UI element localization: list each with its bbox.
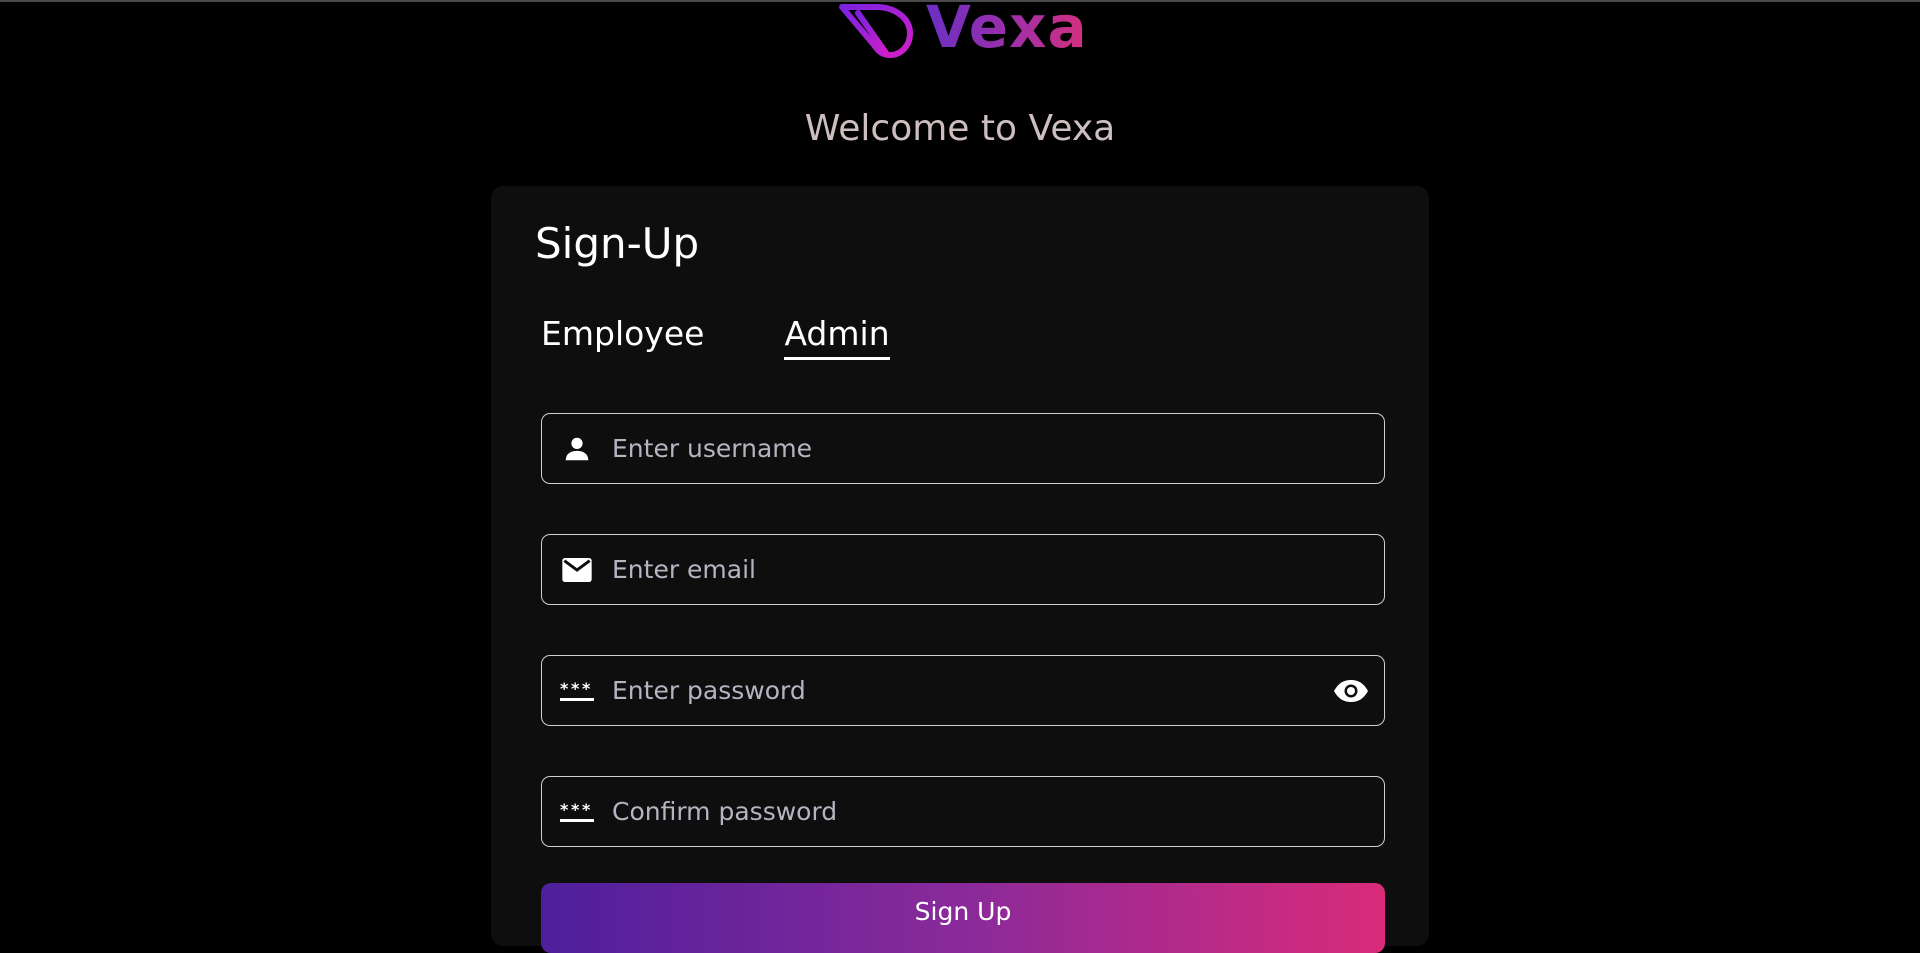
sign-up-button[interactable]: Sign Up <box>541 883 1385 953</box>
confirm-password-field: * * * <box>541 776 1385 847</box>
username-field <box>541 413 1385 484</box>
tab-admin[interactable]: Admin <box>784 314 890 360</box>
eye-icon[interactable] <box>1318 656 1384 725</box>
svg-text:*: * <box>571 679 580 698</box>
role-tabs: Employee Admin <box>541 314 970 360</box>
form-title: Sign-Up <box>535 219 700 268</box>
welcome-heading: Welcome to Vexa <box>804 108 1116 149</box>
username-input[interactable] <box>612 414 1384 483</box>
svg-text:*: * <box>571 800 580 819</box>
mail-icon <box>542 535 612 604</box>
brand-name: Vexa <box>926 0 1088 61</box>
brand-logo: Vexa <box>838 0 1088 61</box>
email-field <box>541 534 1385 605</box>
vexa-logo-mark-icon <box>839 4 913 58</box>
password-field: * * * <box>541 655 1385 726</box>
svg-text:*: * <box>582 800 591 819</box>
tab-employee[interactable]: Employee <box>541 314 704 360</box>
password-input[interactable] <box>612 656 1318 725</box>
password-icon: * * * <box>542 656 612 725</box>
confirm-password-input[interactable] <box>612 777 1384 846</box>
svg-text:*: * <box>560 800 569 819</box>
password-icon: * * * <box>542 777 612 846</box>
user-icon <box>542 414 612 483</box>
svg-text:*: * <box>582 679 591 698</box>
svg-text:*: * <box>560 679 569 698</box>
signup-card: Sign-Up Employee Admin *** <box>491 186 1429 953</box>
email-input[interactable] <box>612 535 1384 604</box>
